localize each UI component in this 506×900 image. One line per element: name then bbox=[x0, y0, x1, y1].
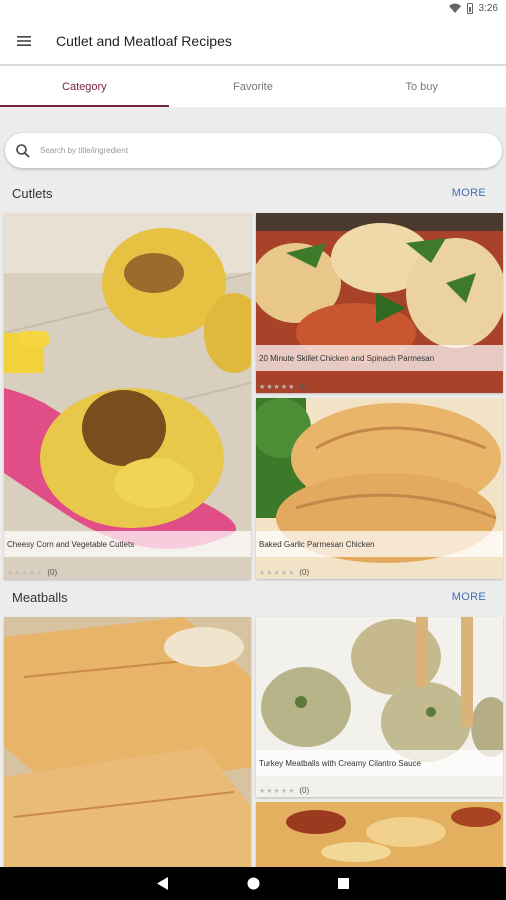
rating: ★★★★★ (0) bbox=[259, 382, 309, 391]
rating-count: (0) bbox=[299, 382, 310, 391]
section-title: Meatballs bbox=[12, 590, 68, 605]
battery-icon bbox=[466, 2, 473, 14]
hamburger-menu-icon[interactable] bbox=[0, 18, 48, 64]
recipe-card[interactable] bbox=[4, 617, 251, 867]
tab-favorite[interactable]: Favorite bbox=[169, 66, 338, 107]
rating-count: (0) bbox=[47, 568, 58, 577]
recipe-image bbox=[256, 802, 503, 867]
home-circle-icon[interactable] bbox=[243, 874, 263, 894]
recipe-card[interactable]: Baked Garlic Parmesan Chicken ★★★★★ (0) bbox=[256, 398, 503, 579]
rating: ★★★★★ (0) bbox=[259, 568, 309, 577]
wifi-icon bbox=[448, 3, 461, 13]
rating-stars: ★★★★★ bbox=[259, 787, 296, 795]
section-header-meatballs: Meatballs MORE bbox=[0, 590, 506, 610]
recipe-image bbox=[4, 617, 251, 867]
recipe-card[interactable]: Cheesy Corn and Vegetable Cutlets ★★★★★ … bbox=[4, 213, 251, 579]
recipe-title: Baked Garlic Parmesan Chicken bbox=[256, 531, 503, 557]
rating-count: (0) bbox=[299, 786, 310, 795]
rating: ★★★★★ (0) bbox=[259, 786, 309, 795]
system-nav-bar bbox=[0, 867, 506, 900]
status-time: 3:26 bbox=[478, 2, 498, 14]
tab-bar: Category Favorite To buy bbox=[0, 64, 506, 107]
rating-stars: ★★★★★ bbox=[259, 569, 296, 577]
more-button[interactable]: MORE bbox=[452, 591, 486, 603]
search-icon bbox=[16, 143, 30, 158]
back-triangle-icon[interactable] bbox=[153, 874, 173, 894]
tab-category[interactable]: Category bbox=[0, 66, 169, 107]
recipe-image bbox=[4, 213, 251, 579]
recipe-card[interactable]: 20 Minute Skillet Chicken and Spinach Pa… bbox=[256, 213, 503, 393]
tab-to-buy[interactable]: To buy bbox=[337, 66, 506, 107]
recipe-card[interactable] bbox=[256, 802, 503, 867]
rating-stars: ★★★★★ bbox=[7, 569, 44, 577]
app-bar: Cutlet and Meatloaf Recipes bbox=[0, 18, 506, 64]
recipe-title: Cheesy Corn and Vegetable Cutlets bbox=[4, 531, 251, 557]
rating-stars: ★★★★★ bbox=[259, 383, 296, 391]
section-header-cutlets: Cutlets MORE bbox=[0, 186, 506, 206]
status-icons: 3:26 bbox=[448, 2, 498, 14]
section-title: Cutlets bbox=[12, 186, 53, 201]
search-input[interactable] bbox=[40, 146, 460, 155]
recipe-title: 20 Minute Skillet Chicken and Spinach Pa… bbox=[256, 345, 503, 371]
status-bar: 3:26 bbox=[0, 0, 506, 18]
more-button[interactable]: MORE bbox=[452, 187, 486, 199]
app-title: Cutlet and Meatloaf Recipes bbox=[56, 33, 232, 49]
recipe-card[interactable]: Turkey Meatballs with Creamy Cilantro Sa… bbox=[256, 617, 503, 797]
search-bar[interactable] bbox=[5, 133, 502, 168]
rating: ★★★★★ (0) bbox=[7, 568, 57, 577]
recents-square-icon[interactable] bbox=[333, 874, 353, 894]
rating-count: (0) bbox=[299, 568, 310, 577]
recipe-title: Turkey Meatballs with Creamy Cilantro Sa… bbox=[256, 750, 503, 776]
